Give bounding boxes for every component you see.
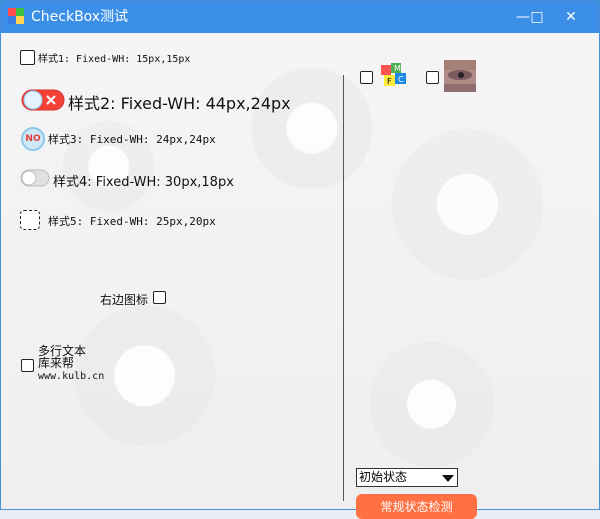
normal-state-check-label: 常规状态检测 [380, 500, 453, 514]
close-button[interactable]: ✕ [556, 5, 586, 29]
maximize-icon: □ [530, 9, 544, 25]
style4-toggle[interactable] [20, 169, 50, 187]
chevron-down-icon [442, 475, 454, 482]
window-title: CheckBox测试 [31, 9, 129, 25]
no-badge: NO [25, 134, 41, 144]
style3-label: 样式3: Fixed-WH: 24px,24px [48, 133, 216, 146]
svg-text:F: F [387, 77, 392, 86]
face-checkbox[interactable] [426, 71, 439, 84]
mfc-cube-icon: M F C [381, 63, 406, 86]
vertical-divider [343, 75, 344, 501]
style3-checkbox[interactable]: NO [21, 127, 45, 151]
client-area: 样式1: Fixed-WH: 15px,15px 样式2: Fixed-WH: … [1, 33, 599, 519]
right-icon-checkbox[interactable] [153, 291, 166, 304]
multiline-line3: www.kulb.cn [38, 371, 105, 382]
right-icon-label: 右边图标 [100, 293, 149, 307]
style4-label: 样式4: Fixed-WH: 30px,18px [53, 175, 234, 190]
style2-label: 样式2: Fixed-WH: 44px,24px [68, 94, 291, 113]
style5-checkbox[interactable] [20, 210, 40, 230]
style2-toggle-icon [21, 89, 65, 111]
style2-toggle[interactable] [21, 88, 65, 112]
style4-toggle-icon [20, 169, 50, 187]
normal-state-check-button[interactable]: 常规状态检测 [356, 494, 477, 519]
checkbox-test-window: CheckBox测试 — □ ✕ 样式1: Fixed-WH: 15px,15p… [0, 0, 600, 519]
face-thumbnail-icon [444, 60, 476, 92]
maximize-button[interactable]: □ [522, 5, 552, 29]
style5-label: 样式5: Fixed-WH: 25px,20px [48, 215, 216, 228]
style1-label: 样式1: Fixed-WH: 15px,15px [38, 54, 191, 65]
state-select-value: 初始状态 [359, 470, 408, 484]
app-icon [8, 8, 24, 24]
multiline-checkbox[interactable] [21, 359, 34, 372]
style1-checkbox[interactable] [20, 50, 35, 65]
close-icon: ✕ [565, 9, 577, 25]
title-bar: CheckBox测试 — □ ✕ [1, 1, 599, 33]
multiline-line2: 库来帮 [38, 356, 75, 370]
svg-text:M: M [394, 64, 401, 73]
svg-text:C: C [398, 75, 404, 84]
state-select[interactable]: 初始状态 [356, 468, 458, 487]
mfc-checkbox[interactable] [360, 71, 373, 84]
